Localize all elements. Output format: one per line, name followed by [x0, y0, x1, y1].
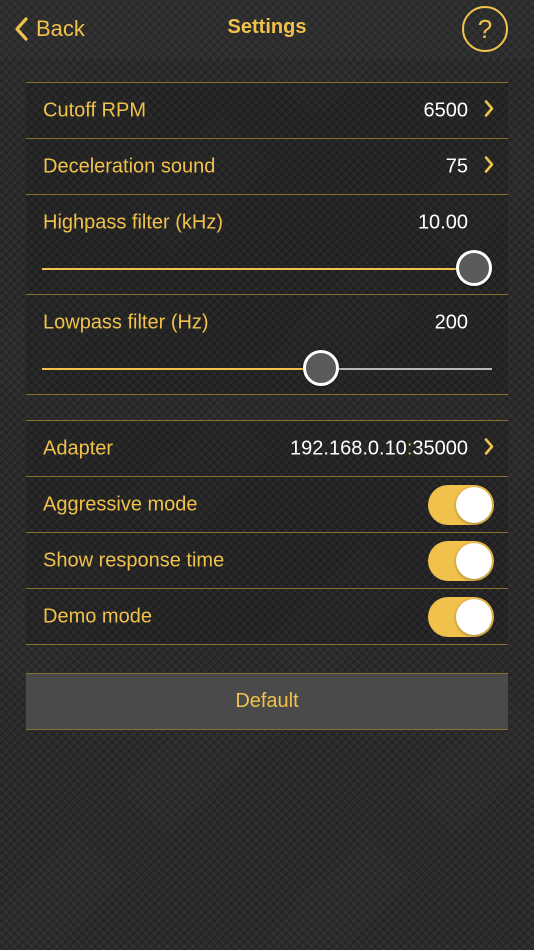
highpass-filter-label: Highpass filter (kHz) [43, 211, 224, 234]
lowpass-filter-value: 200 [434, 311, 468, 334]
deceleration-sound-row[interactable]: Deceleration sound 75 [26, 139, 508, 195]
show-response-time-label: Show response time [43, 549, 225, 571]
chevron-right-icon [484, 155, 494, 178]
highpass-slider-track[interactable] [42, 268, 492, 270]
highpass-filter-row: Highpass filter (kHz) 10.00 [26, 195, 508, 295]
settings-group-engine: Cutoff RPM 6500 Deceleration sound 75 Hi… [26, 82, 508, 395]
highpass-slider-thumb[interactable] [456, 250, 492, 286]
aggressive-mode-toggle[interactable] [428, 484, 494, 525]
lowpass-slider-thumb[interactable] [302, 350, 339, 386]
adapter-value: 192.168.0.10:35000 [290, 437, 468, 460]
aggressive-mode-row: Aggressive mode [26, 477, 508, 533]
toggle-knob [456, 486, 492, 523]
demo-mode-label: Demo mode [43, 605, 152, 627]
highpass-slider-fill [42, 268, 474, 270]
cutoff-rpm-row[interactable]: Cutoff RPM 6500 [26, 83, 508, 139]
settings-group-connection: Adapter 192.168.0.10:35000 Aggressive mo… [26, 420, 508, 645]
adapter-ip: 192.168.0.10 [290, 437, 407, 459]
cutoff-rpm-value: 6500 [423, 99, 469, 121]
chevron-right-icon [484, 99, 494, 122]
default-button[interactable]: Default [26, 673, 508, 730]
deceleration-sound-value: 75 [445, 155, 468, 177]
show-response-time-toggle[interactable] [428, 540, 494, 581]
demo-mode-row: Demo mode [26, 589, 508, 645]
highpass-filter-value: 10.00 [417, 211, 468, 234]
adapter-port: 35000 [412, 437, 468, 459]
adapter-label: Adapter [43, 437, 114, 459]
show-response-time-row: Show response time [26, 533, 508, 589]
lowpass-slider-track[interactable] [42, 368, 492, 370]
deceleration-sound-label: Deceleration sound [43, 155, 216, 177]
page-title: Settings [227, 16, 307, 38]
lowpass-filter-row: Lowpass filter (Hz) 200 [26, 295, 508, 395]
aggressive-mode-label: Aggressive mode [43, 493, 198, 515]
lowpass-slider-fill [42, 368, 321, 370]
question-circle-icon: ? [477, 13, 493, 44]
lowpass-filter-label: Lowpass filter (Hz) [43, 311, 209, 334]
cutoff-rpm-label: Cutoff RPM [43, 99, 146, 121]
help-button[interactable]: ? [462, 6, 508, 52]
adapter-row[interactable]: Adapter 192.168.0.10:35000 [26, 421, 508, 477]
toggle-knob [456, 598, 492, 635]
toggle-knob [456, 542, 492, 579]
demo-mode-toggle[interactable] [428, 596, 494, 637]
navigation-bar: Back Settings ? [0, 0, 534, 58]
chevron-right-icon [484, 437, 494, 460]
